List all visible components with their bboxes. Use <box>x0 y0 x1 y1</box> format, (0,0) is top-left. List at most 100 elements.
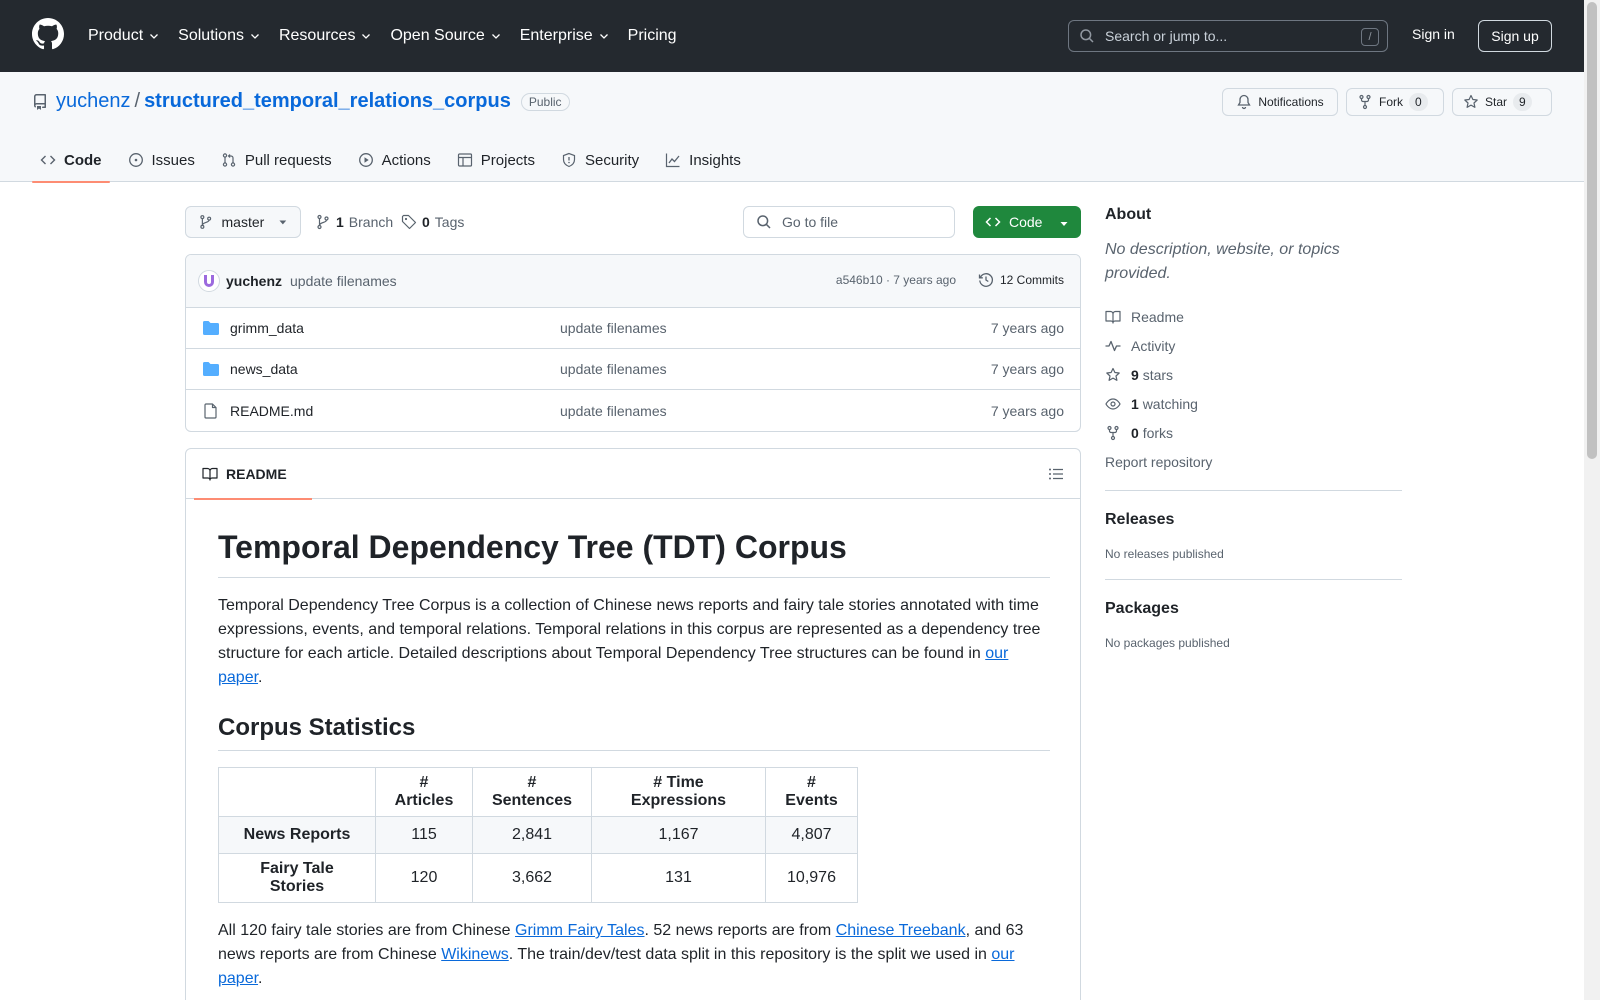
tab-insights[interactable]: Insights <box>657 138 749 182</box>
identicon-icon <box>204 275 214 287</box>
commit-sha-time[interactable]: a546b10 · 7 years ago <box>836 273 956 287</box>
commit-history-link[interactable]: 12 Commits <box>978 272 1064 288</box>
table-header <box>218 767 376 817</box>
wikinews-link[interactable]: Wikinews <box>441 946 509 963</box>
tab-pull-requests[interactable]: Pull requests <box>213 138 340 182</box>
branches-link[interactable]: 1 Branch <box>315 214 393 230</box>
tab-code[interactable]: Code <box>32 138 110 183</box>
sign-in-link[interactable]: Sign in <box>1412 26 1455 42</box>
readme-link[interactable]: Readme <box>1105 302 1402 331</box>
nav-label: Product <box>88 27 144 44</box>
watching-label: 1 watching <box>1131 396 1198 412</box>
chevron-down-icon <box>150 34 159 39</box>
nav-open-source[interactable]: Open Source <box>390 22 501 50</box>
readme-header: README <box>186 449 1080 500</box>
commit-author-link[interactable]: yuchenz <box>226 273 282 289</box>
latest-commit: yuchenz update filenames a546b10 · 7 yea… <box>186 255 1080 308</box>
go-to-file-input[interactable]: Go to file <box>743 206 955 238</box>
nav-solutions[interactable]: Solutions <box>178 22 261 50</box>
releases-heading[interactable]: Releases <box>1105 511 1402 529</box>
text: . The train/dev/test data split in this … <box>508 946 992 963</box>
table-cell: 1,167 <box>591 816 766 854</box>
pulse-icon <box>1105 340 1121 351</box>
stars-word: stars <box>1142 366 1174 383</box>
file-row-readme[interactable]: README.md update filenames 7 years ago <box>186 390 1080 431</box>
nav-enterprise[interactable]: Enterprise <box>520 22 610 50</box>
github-logo-icon[interactable] <box>32 18 64 50</box>
table-cell: 120 <box>375 853 473 903</box>
search-shortcut-key: / <box>1361 28 1379 46</box>
file-name-link[interactable]: grimm_data <box>230 320 304 336</box>
tag-icon <box>401 214 417 230</box>
packages-heading[interactable]: Packages <box>1105 600 1402 618</box>
table-header-row: # Articles # Sentences # Time Expression… <box>218 767 858 817</box>
repo-path-separator: / <box>134 90 141 112</box>
sign-up-button[interactable]: Sign up <box>1478 20 1552 52</box>
tab-security[interactable]: Security <box>553 138 647 182</box>
file-commit-message[interactable]: update filenames <box>560 403 667 419</box>
repo-name-link[interactable]: structured_temporal_relations_corpus <box>144 90 511 113</box>
activity-link[interactable]: Activity <box>1105 331 1402 360</box>
tab-issues[interactable]: Issues <box>120 138 203 182</box>
stars-count: 9 <box>1131 366 1139 383</box>
page-scrollbar[interactable] <box>1584 0 1600 1000</box>
branch-selector[interactable]: master <box>185 206 301 238</box>
stars-label: 9 stars <box>1131 367 1173 383</box>
commit-count: 12 Commits <box>999 273 1064 287</box>
treebank-link[interactable]: Chinese Treebank <box>836 922 966 939</box>
global-search-input[interactable]: Search or jump to... / <box>1068 20 1388 52</box>
packages-empty: No packages published <box>1105 636 1230 650</box>
code-download-button[interactable]: Code <box>973 206 1081 238</box>
book-icon <box>1105 310 1121 324</box>
about-links: Readme Activity 9 stars 1 watching 0 for… <box>1105 302 1402 476</box>
notifications-button[interactable]: Notifications <box>1222 88 1338 116</box>
table-cell: News Reports <box>218 816 376 854</box>
file-commit-message[interactable]: update filenames <box>560 361 667 377</box>
watching-word: watching <box>1142 395 1198 412</box>
readme-tab[interactable]: README <box>194 449 312 500</box>
releases-section: Releases No releases published <box>1105 490 1402 561</box>
grimm-link[interactable]: Grimm Fairy Tales <box>515 922 645 939</box>
chevron-down-icon <box>599 34 608 39</box>
tags-link[interactable]: 0 Tags <box>401 214 464 230</box>
forks-link[interactable]: 0 forks <box>1105 418 1402 447</box>
scrollbar-thumb[interactable] <box>1587 2 1597 459</box>
intro-text: Temporal Dependency Tree Corpus is a col… <box>218 597 1041 662</box>
file-icon <box>204 402 217 419</box>
file-row-news-data[interactable]: news_data update filenames 7 years ago <box>186 349 1080 390</box>
nav-resources[interactable]: Resources <box>279 22 372 50</box>
list-unordered-icon[interactable] <box>1048 466 1064 482</box>
nav-product[interactable]: Product <box>88 22 160 50</box>
table-row: Fairy Tale Stories 120 3,662 131 10,976 <box>218 853 858 903</box>
stars-link[interactable]: 9 stars <box>1105 360 1402 389</box>
chevron-down-icon <box>251 34 259 39</box>
tab-projects[interactable]: Projects <box>449 138 543 182</box>
file-row-grimm-data[interactable]: grimm_data update filenames 7 years ago <box>186 308 1080 349</box>
global-nav: Product Solutions Resources Open Source … <box>88 22 695 50</box>
star-icon <box>1106 367 1120 381</box>
nav-pricing[interactable]: Pricing <box>628 22 677 50</box>
go-to-file-placeholder: Go to file <box>782 214 839 230</box>
file-name-link[interactable]: news_data <box>230 361 298 377</box>
report-repository-link[interactable]: Report repository <box>1105 447 1402 476</box>
commit-message-link[interactable]: update filenames <box>290 273 397 289</box>
about-description: No description, website, or topics provi… <box>1105 241 1340 282</box>
file-commit-message[interactable]: update filenames <box>560 320 667 336</box>
fork-icon <box>1107 425 1119 440</box>
text: All 120 fairy tale stories are from Chin… <box>218 922 516 939</box>
tag-word: Tags <box>434 214 465 230</box>
fork-button[interactable]: Fork 0 <box>1346 88 1444 116</box>
stats-heading: Corpus Statistics <box>218 714 1050 751</box>
file-table: yuchenz update filenames a546b10 · 7 yea… <box>185 254 1081 432</box>
star-button[interactable]: Star 9 <box>1452 88 1552 116</box>
star-count: 9 <box>1513 93 1532 111</box>
caret-down-icon <box>279 220 287 225</box>
intro-end: . <box>258 669 263 686</box>
branch-count: 1 <box>336 214 344 230</box>
avatar[interactable] <box>198 270 220 292</box>
watchers-link[interactable]: 1 watching <box>1105 389 1402 418</box>
file-name-link[interactable]: README.md <box>230 403 313 419</box>
repo-owner-link[interactable]: yuchenz <box>56 90 131 113</box>
table-cell: 131 <box>591 853 766 903</box>
tab-actions[interactable]: Actions <box>350 138 439 182</box>
